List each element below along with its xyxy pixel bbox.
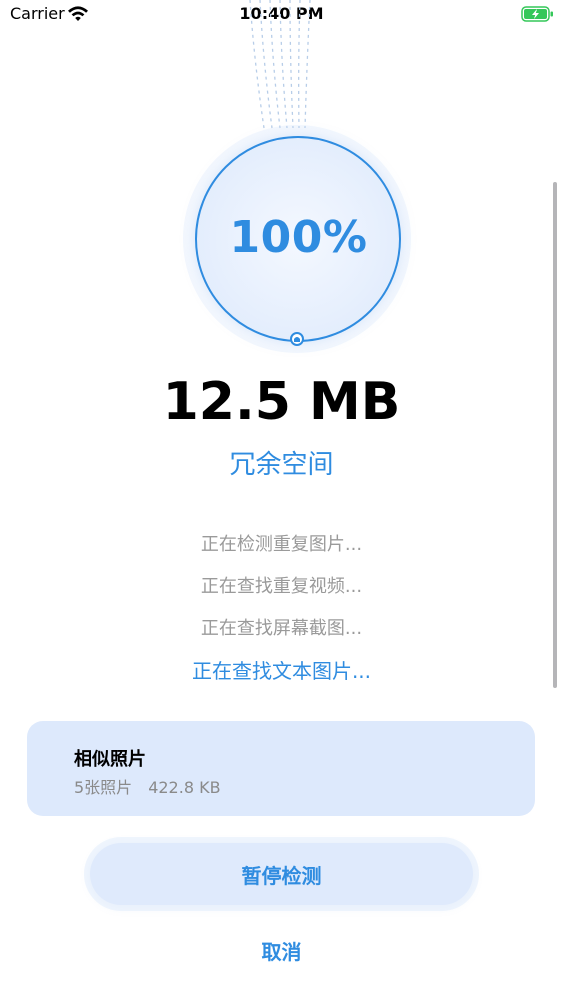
scan-stream-decoration [249, 0, 311, 129]
photo-size: 422.8 KB [148, 778, 221, 797]
scrollbar[interactable] [553, 182, 557, 688]
scan-step-duplicate-photos: 正在检测重复图片... [200, 534, 363, 555]
progress-percent: 100% [229, 212, 368, 263]
scan-step-text-images: 正在查找文本图片... [191, 659, 372, 683]
cancel-button[interactable]: 取消 [0, 936, 563, 965]
card-subtitle: 5张照片 422.8 KB [74, 774, 221, 798]
similar-photos-card[interactable]: 相似照片 5张照片 422.8 KB [27, 721, 535, 816]
card-title: 相似照片 [74, 749, 146, 770]
redundant-size-value: 12.5 MB [162, 372, 401, 432]
pause-scan-button[interactable]: 暂停检测 [90, 843, 473, 905]
redundant-size-label: 冗余空间 [229, 450, 334, 480]
scan-step-screenshots: 正在查找屏幕截图... [200, 618, 363, 639]
scan-step-duplicate-videos: 正在查找重复视频... [200, 576, 363, 597]
photo-count: 5张照片 [74, 778, 133, 797]
progress-knob-icon [290, 332, 304, 346]
battery-charging-icon [521, 6, 553, 22]
